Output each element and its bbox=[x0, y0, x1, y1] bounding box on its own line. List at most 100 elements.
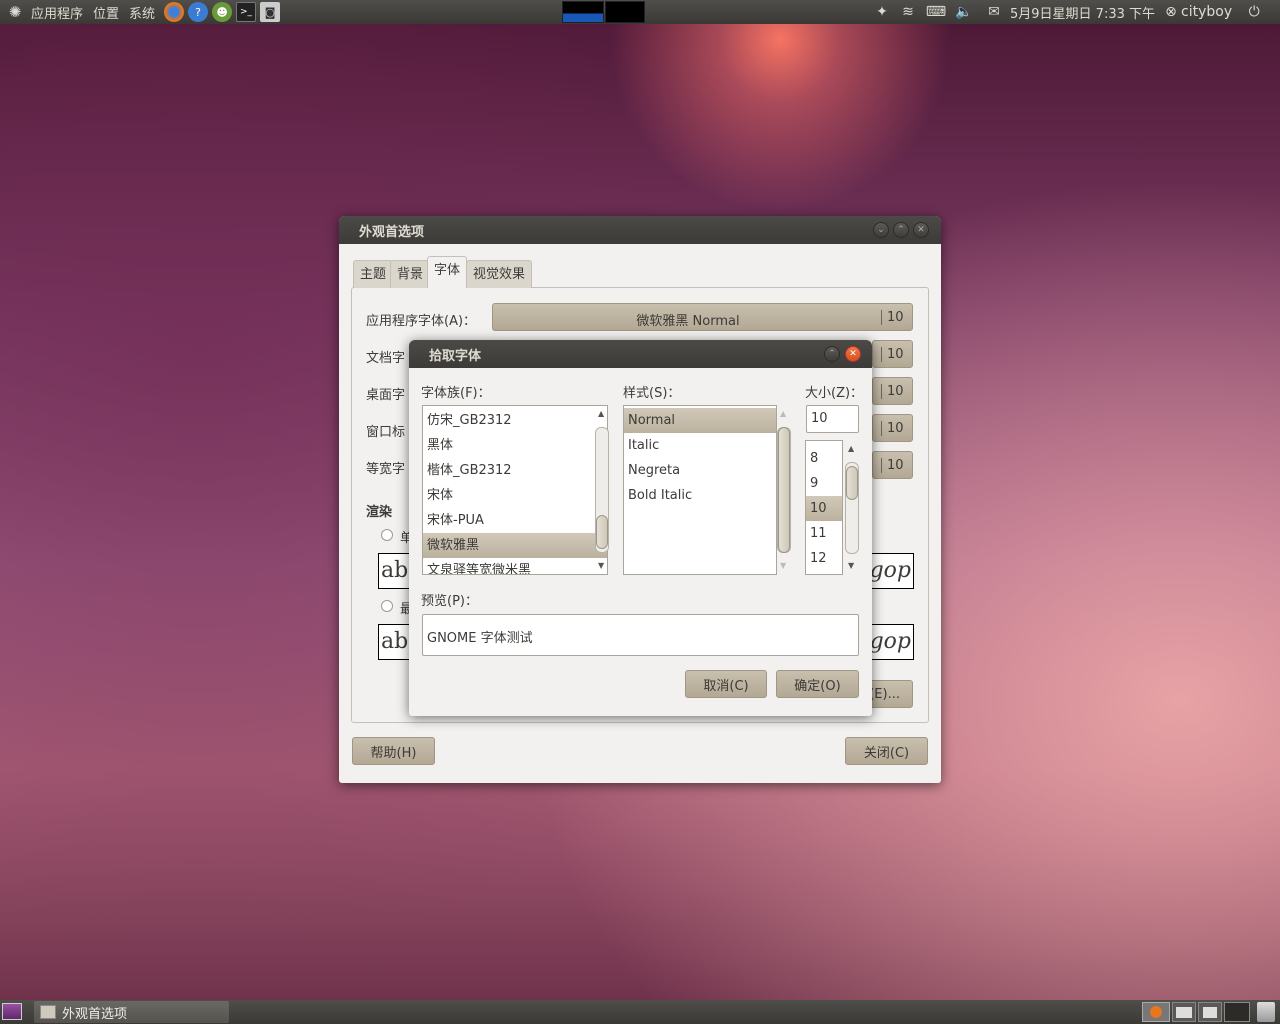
cancel-button[interactable]: 取消(C) bbox=[685, 670, 767, 698]
rendering-heading: 渲染 bbox=[366, 505, 393, 520]
render-radio-2[interactable] bbox=[381, 600, 393, 612]
terminal-icon[interactable]: >_ bbox=[236, 2, 257, 22]
scroll-up-icon[interactable]: ▲ bbox=[598, 409, 604, 418]
style-item-selected[interactable]: Normal bbox=[624, 408, 776, 433]
screenshot-icon[interactable]: ◙ bbox=[260, 2, 281, 22]
size-item[interactable]: 8 bbox=[806, 446, 842, 471]
size-scroll-down-icon[interactable]: ▼ bbox=[848, 561, 854, 570]
tray-area: ✦ ≋ ⌨ 🔈 ✉ 5月9日星期日 7:33 下午 ⊗ cityboy ⏻ bbox=[872, 2, 1264, 22]
family-item[interactable]: 宋体 bbox=[423, 483, 607, 508]
style-label: 样式(S)： bbox=[623, 386, 681, 401]
window-title-font-button[interactable]: 10 bbox=[872, 414, 913, 442]
power-icon[interactable]: ⏻ bbox=[1244, 2, 1264, 22]
trash-icon[interactable] bbox=[1257, 1002, 1275, 1022]
size-item[interactable]: 11 bbox=[806, 521, 842, 546]
family-item[interactable]: 仿宋_GB2312 bbox=[423, 408, 607, 433]
style-item[interactable]: Negreta bbox=[624, 458, 776, 483]
taskbar-item[interactable]: 外观首选项 bbox=[34, 1001, 229, 1023]
tab-background[interactable]: 背景 bbox=[390, 260, 431, 288]
style-scroll-down-icon[interactable]: ▼ bbox=[780, 561, 786, 570]
size-item-selected[interactable]: 10 bbox=[806, 496, 842, 521]
size-entry[interactable]: 10 bbox=[806, 405, 859, 433]
appearance-app-icon bbox=[40, 1005, 56, 1019]
keyboard-icon[interactable]: ⌨ bbox=[926, 2, 946, 22]
family-scroll-thumb[interactable] bbox=[596, 515, 608, 549]
scroll-down-icon[interactable]: ▼ bbox=[598, 561, 604, 570]
games-icon[interactable]: ☻ bbox=[212, 2, 233, 22]
style-scrollbar[interactable]: ▲ ▼ bbox=[777, 405, 791, 575]
user-name[interactable]: cityboy bbox=[1181, 4, 1232, 20]
wifi-icon[interactable]: ≋ bbox=[898, 2, 918, 22]
fixed-font-button[interactable]: 10 bbox=[872, 451, 913, 479]
font-picker-maximize-icon[interactable]: ⌃ bbox=[824, 346, 840, 362]
size-item[interactable]: 12 bbox=[806, 546, 842, 571]
cancel-button-label: 取消(C) bbox=[703, 678, 749, 694]
system-menu[interactable]: 系统 bbox=[124, 3, 160, 22]
user-status-icon[interactable]: ⊗ bbox=[1161, 2, 1181, 22]
family-item[interactable]: 文泉驿等宽微米黑 bbox=[423, 558, 607, 574]
preview-text: GNOME 字体测试 bbox=[427, 631, 533, 646]
style-list[interactable]: Normal Italic Negreta Bold Italic bbox=[623, 405, 777, 575]
close-button[interactable]: 关闭(C) bbox=[845, 737, 928, 765]
system-monitor-mem[interactable] bbox=[605, 1, 645, 23]
family-item[interactable]: 楷体_GB2312 bbox=[423, 458, 607, 483]
font-picker-titlebar[interactable]: 拾取字体 bbox=[409, 340, 872, 368]
help-button-label: 帮助(H) bbox=[370, 745, 417, 761]
fixed-font-size: 10 bbox=[881, 458, 904, 473]
minimize-icon[interactable]: ⌄ bbox=[873, 222, 889, 238]
size-scrollbar[interactable]: ▲ ▼ bbox=[845, 440, 859, 575]
family-label: 字体族(F)： bbox=[421, 386, 491, 401]
places-menu[interactable]: 位置 bbox=[88, 3, 124, 22]
preview-label: 预览(P)： bbox=[421, 594, 478, 609]
help-icon[interactable]: ? bbox=[188, 2, 209, 22]
close-icon[interactable]: ✕ bbox=[913, 222, 929, 238]
size-item[interactable]: 9 bbox=[806, 471, 842, 496]
style-scroll-up-icon[interactable]: ▲ bbox=[780, 409, 786, 418]
ubuntu-logo-icon[interactable]: ✺ bbox=[4, 3, 26, 21]
font-picker-close-icon[interactable]: ✕ bbox=[845, 346, 861, 362]
render-radio-1[interactable] bbox=[381, 529, 393, 541]
size-label: 大小(Z)： bbox=[805, 386, 864, 401]
mail-icon[interactable]: ✉ bbox=[984, 2, 1004, 22]
update-icon[interactable]: ✦ bbox=[872, 2, 892, 22]
volume-icon[interactable]: 🔈 bbox=[954, 2, 974, 22]
system-monitor-cpu[interactable] bbox=[562, 1, 604, 23]
family-item[interactable]: 宋体-PUA bbox=[423, 508, 607, 533]
style-item[interactable]: Italic bbox=[624, 433, 776, 458]
doc-font-button[interactable]: 10 bbox=[872, 340, 913, 368]
clock[interactable]: 5月9日星期日 7:33 下午 bbox=[1010, 3, 1155, 22]
style-scroll-thumb[interactable] bbox=[778, 427, 790, 553]
tab-fonts[interactable]: 字体 bbox=[427, 256, 468, 288]
ok-button[interactable]: 确定(O) bbox=[776, 670, 859, 698]
family-item[interactable]: 黑体 bbox=[423, 433, 607, 458]
appearance-titlebar[interactable]: 外观首选项 bbox=[339, 216, 941, 244]
style-item[interactable]: Bold Italic bbox=[624, 483, 776, 508]
font-picker-dialog: 拾取字体 ⌃ ✕ 字体族(F)： 样式(S)： 大小(Z)： 仿宋_GB2312… bbox=[409, 340, 872, 716]
size-scroll-thumb[interactable] bbox=[846, 466, 858, 500]
window-title-font-label: 窗口标 bbox=[366, 425, 406, 440]
show-desktop-icon[interactable] bbox=[2, 1003, 22, 1020]
sample-2-left: ab bbox=[381, 629, 409, 654]
maximize-icon[interactable]: ⌃ bbox=[893, 222, 909, 238]
workspace-4[interactable] bbox=[1224, 1002, 1250, 1022]
family-list[interactable]: 仿宋_GB2312 黑体 楷体_GB2312 宋体 宋体-PUA 微软雅黑 文泉… bbox=[422, 405, 608, 575]
preview-entry[interactable]: GNOME 字体测试 bbox=[422, 614, 859, 656]
family-scrollbar[interactable]: ▲ ▼ bbox=[595, 405, 609, 575]
size-entry-value: 10 bbox=[811, 411, 828, 426]
help-button[interactable]: 帮助(H) bbox=[352, 737, 435, 765]
size-scroll-up-icon[interactable]: ▲ bbox=[848, 444, 854, 453]
doc-font-label: 文档字 bbox=[366, 351, 406, 366]
workspace-1[interactable] bbox=[1142, 1002, 1170, 1022]
doc-font-size: 10 bbox=[881, 347, 904, 362]
tab-theme[interactable]: 主题 bbox=[353, 260, 394, 288]
applications-menu[interactable]: 应用程序 bbox=[26, 3, 88, 22]
tab-visual-effects[interactable]: 视觉效果 bbox=[466, 260, 533, 288]
workspace-3[interactable] bbox=[1198, 1002, 1222, 1022]
firefox-icon[interactable] bbox=[164, 2, 185, 22]
workspace-2[interactable] bbox=[1172, 1002, 1196, 1022]
app-font-button[interactable]: 微软雅黑 Normal 10 bbox=[492, 303, 913, 331]
family-item-selected[interactable]: 微软雅黑 bbox=[423, 533, 607, 558]
size-list[interactable]: 8 9 10 11 12 bbox=[805, 440, 843, 575]
ok-button-label: 确定(O) bbox=[794, 678, 841, 694]
desktop-font-button[interactable]: 10 bbox=[872, 377, 913, 405]
